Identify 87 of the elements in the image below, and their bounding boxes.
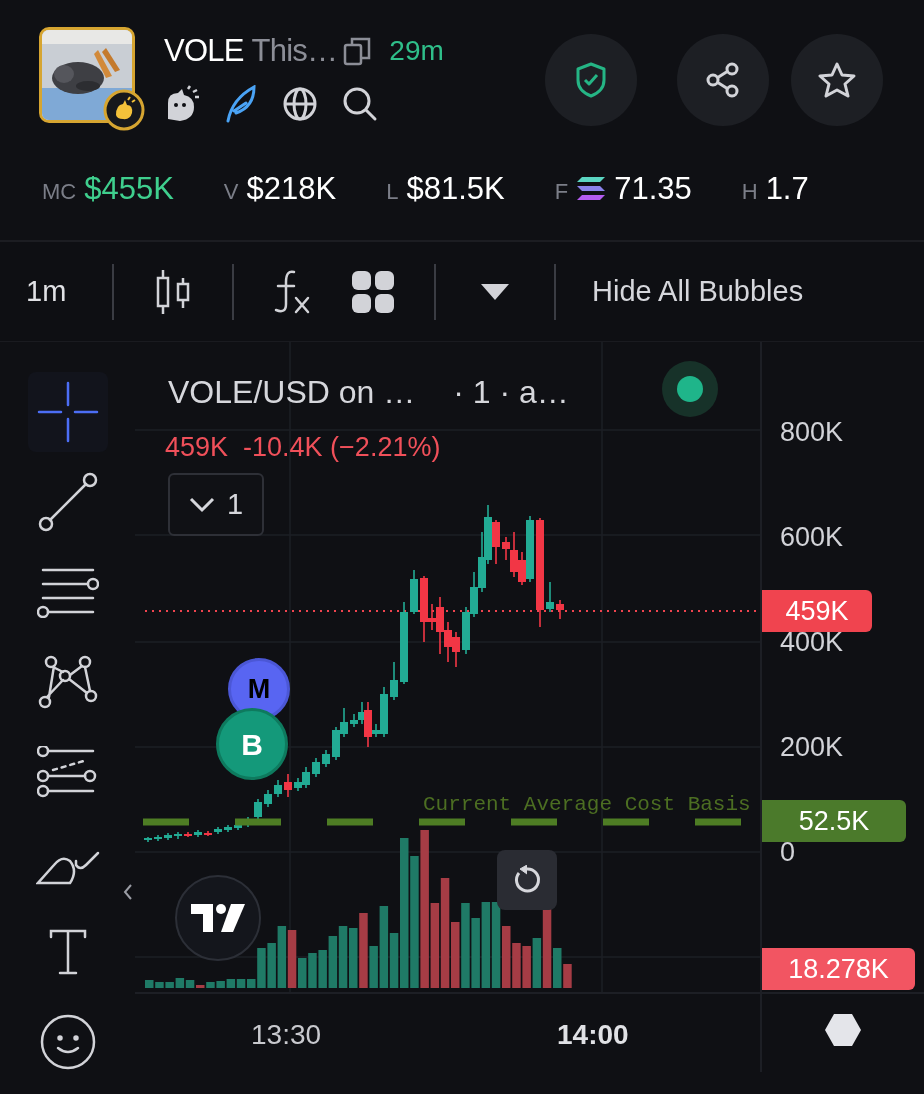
trend-line-icon <box>37 472 98 532</box>
stat-value: $455K <box>84 169 174 208</box>
stat-label: H <box>741 177 758 206</box>
token-age: 29m <box>389 34 444 68</box>
trade-marker[interactable]: B <box>216 708 288 780</box>
candlestick <box>174 831 182 840</box>
candlestick-icon <box>154 267 192 316</box>
price-axis-label: 200K <box>780 732 844 762</box>
tv-mark-icon <box>191 904 245 932</box>
grid-icon <box>352 270 394 313</box>
candlestick <box>164 832 172 841</box>
candlestick <box>322 749 330 768</box>
volume-bar <box>338 926 348 988</box>
interval-button[interactable]: 1m <box>26 269 86 314</box>
candlestick <box>194 829 202 838</box>
crosshair-icon <box>36 381 99 443</box>
volume-bar <box>226 979 236 988</box>
collapse-chevron-icon[interactable] <box>123 883 133 901</box>
stat-value: 71.35 <box>614 169 692 208</box>
candlestick <box>224 824 232 833</box>
parallel-lines-icon <box>36 566 99 618</box>
chart-legend-meta: · 1 · a… <box>453 373 569 412</box>
price-axis-label: 800K <box>780 417 844 447</box>
caret-icon <box>481 283 509 300</box>
stat-label: MC <box>42 177 77 206</box>
reset-chart-button[interactable] <box>497 850 557 910</box>
copy-icon[interactable] <box>343 36 372 66</box>
chevron-down-icon <box>188 496 215 513</box>
candlestick <box>214 826 222 835</box>
price-tag: 459K <box>762 590 872 632</box>
candlestick <box>390 661 398 701</box>
collapse-indicators-button[interactable]: 1 <box>168 473 264 536</box>
reset-icon <box>512 865 542 895</box>
candlestick <box>184 831 192 838</box>
shield-check-icon <box>575 62 607 98</box>
emoji-icon <box>38 1013 97 1071</box>
text-tool-icon <box>47 927 88 977</box>
volume-bar <box>328 936 338 988</box>
price-axis-label: 600K <box>780 522 844 552</box>
feather-icon[interactable] <box>224 85 258 123</box>
candlestick <box>410 569 418 615</box>
hexagon-icon[interactable] <box>824 1013 862 1047</box>
candlestick <box>274 779 282 798</box>
stat-value: $81.5K <box>406 169 505 208</box>
candlestick <box>144 836 152 843</box>
candlestick <box>204 830 212 837</box>
stat-label: F <box>554 177 569 206</box>
candlestick <box>254 798 262 820</box>
candlestick <box>284 773 292 798</box>
stat-value: 1.7 <box>765 169 809 208</box>
search-icon[interactable] <box>342 86 378 122</box>
stat-label: V <box>223 177 239 206</box>
chart-legend-values: 459K -10.4K (−2.21%) <box>165 431 441 464</box>
candlestick <box>264 789 272 808</box>
candlestick <box>556 599 564 620</box>
fib-retracement-icon <box>36 746 99 798</box>
pattern-icon <box>36 654 99 710</box>
candlestick <box>244 816 252 828</box>
volume-bar <box>522 946 531 988</box>
volume-bar <box>267 943 276 988</box>
globe-icon[interactable] <box>282 86 318 122</box>
token-name: This… <box>251 31 338 70</box>
candlestick <box>546 581 554 613</box>
candlestick <box>154 834 162 842</box>
price-tag: 52.5K <box>762 800 906 842</box>
price-tag: 18.278K <box>762 948 915 990</box>
volume-bar <box>471 918 480 988</box>
time-axis-label: 13:30 <box>251 1018 322 1052</box>
volume-bar <box>512 943 521 988</box>
cost-basis-label: Current Average Cost Basis <box>423 792 751 818</box>
time-axis-label: 14:00 <box>557 1018 629 1052</box>
hide-bubbles-button[interactable]: Hide All Bubbles <box>592 269 804 314</box>
solana-icon <box>576 176 607 202</box>
volume-bar <box>236 979 246 988</box>
star-icon <box>818 62 856 98</box>
volume-bar <box>502 926 511 988</box>
token-symbol: VOLE <box>164 31 244 70</box>
volume-bar <box>277 926 287 988</box>
volume-bar <box>349 928 358 988</box>
function-icon <box>272 267 312 316</box>
volume-bar <box>318 950 327 988</box>
candlestick <box>312 757 320 778</box>
chart-legend-title: VOLE/USD on … <box>168 373 416 412</box>
share-icon <box>705 62 741 98</box>
stat-value: $218K <box>246 169 337 208</box>
volume-bar <box>308 953 317 988</box>
stat-label: L <box>386 177 399 206</box>
